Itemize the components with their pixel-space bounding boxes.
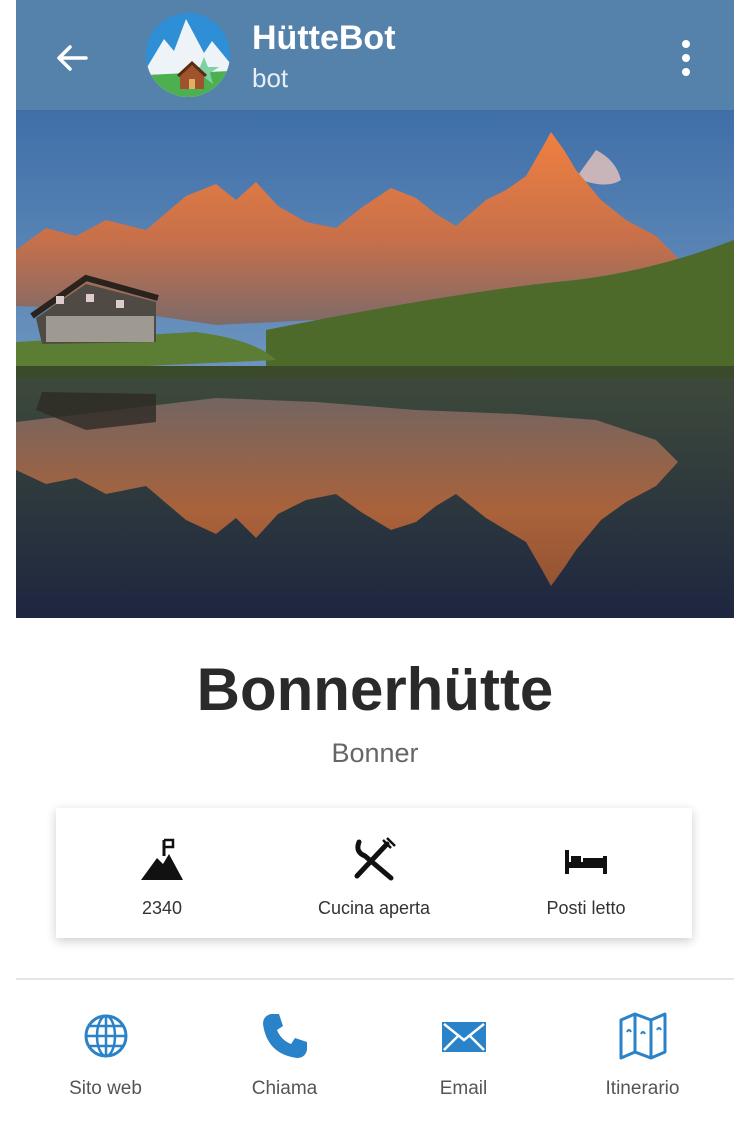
fork-knife-icon [354, 837, 396, 881]
info-beds: Posti letto [480, 808, 692, 938]
email-button[interactable]: Email [374, 990, 553, 1122]
bed-icon [565, 850, 607, 874]
divider [16, 978, 734, 980]
hut-subtitle: Bonner [331, 738, 419, 768]
hut-photo [16, 110, 734, 618]
route-button[interactable]: Itinerario [553, 990, 732, 1122]
info-altitude: 2340 [56, 808, 268, 938]
more-menu-button[interactable] [672, 36, 700, 80]
email-label: Email [439, 1078, 488, 1099]
header-subtitle: bot [252, 63, 289, 93]
info-beds-label: Posti letto [546, 898, 626, 918]
info-altitude-label: 2340 [141, 898, 183, 918]
globe-icon [84, 1014, 127, 1058]
hut-logo-icon [146, 13, 230, 97]
app-header: HütteBot bot [16, 0, 734, 110]
call-label: Chiama [251, 1078, 318, 1099]
summit-flag-icon [141, 838, 183, 880]
back-button[interactable] [52, 38, 92, 78]
arrow-left-icon [57, 45, 88, 71]
hut-name: Bonnerhütte [196, 656, 554, 723]
more-vertical-icon [682, 40, 690, 76]
avatar[interactable] [146, 13, 230, 97]
email-icon [441, 1022, 486, 1052]
map-icon [619, 1012, 666, 1060]
phone-icon [262, 1014, 307, 1058]
info-kitchen-label: Cucina aperta [317, 898, 431, 918]
website-button[interactable]: Sito web [16, 990, 195, 1122]
info-kitchen: Cucina aperta [268, 808, 480, 938]
bot-profile-screen: HütteBot bot Bonnerhütte Bonner 2340 Cuc… [16, 0, 734, 1122]
call-button[interactable]: Chiama [195, 990, 374, 1122]
website-label: Sito web [69, 1078, 142, 1099]
route-label: Itinerario [605, 1078, 680, 1099]
info-card: 2340 Cucina aperta Posti letto [56, 808, 692, 938]
header-title: HütteBot [252, 19, 396, 57]
